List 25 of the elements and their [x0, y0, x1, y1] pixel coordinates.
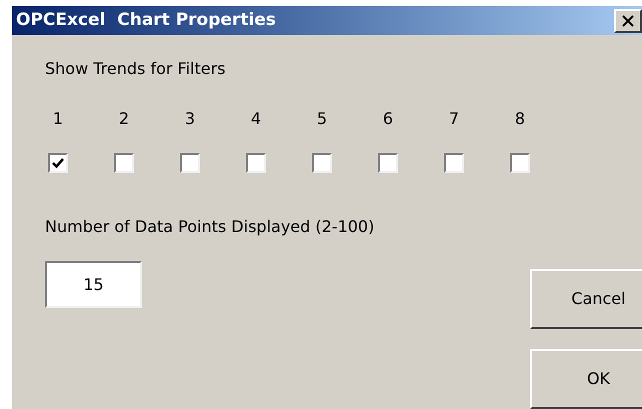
dialog-button[interactable]: OK	[530, 349, 642, 409]
filter-checkbox[interactable]	[444, 153, 464, 173]
filter-checkbox[interactable]	[510, 153, 530, 173]
close-icon	[621, 14, 635, 28]
filter-checkbox[interactable]	[378, 153, 398, 173]
filter-number: 2	[118, 108, 130, 130]
data-points-label: Number of Data Points Displayed (2-100)	[45, 216, 376, 238]
filter-checkbox[interactable]	[246, 153, 266, 173]
filter-number: 3	[184, 108, 196, 130]
close-button[interactable]	[614, 8, 642, 32]
dialog-button[interactable]: Cancel	[530, 269, 642, 329]
data-points-field[interactable]: 15	[45, 261, 142, 308]
window-title: OPCExcel Chart Properties	[16, 8, 276, 32]
filter-checkbox[interactable]	[312, 153, 332, 173]
filter-checkbox[interactable]	[48, 153, 68, 173]
filter-checkbox[interactable]	[180, 153, 200, 173]
filter-number: 6	[382, 108, 394, 130]
check-icon	[52, 157, 64, 169]
filter-number: 4	[250, 108, 262, 130]
filter-number: 1	[52, 108, 64, 130]
section-label: Show Trends for Filters	[45, 58, 227, 80]
filter-number: 7	[448, 108, 460, 130]
filter-checkbox[interactable]	[114, 153, 134, 173]
filter-number: 5	[316, 108, 328, 130]
filter-number: 8	[514, 108, 526, 130]
